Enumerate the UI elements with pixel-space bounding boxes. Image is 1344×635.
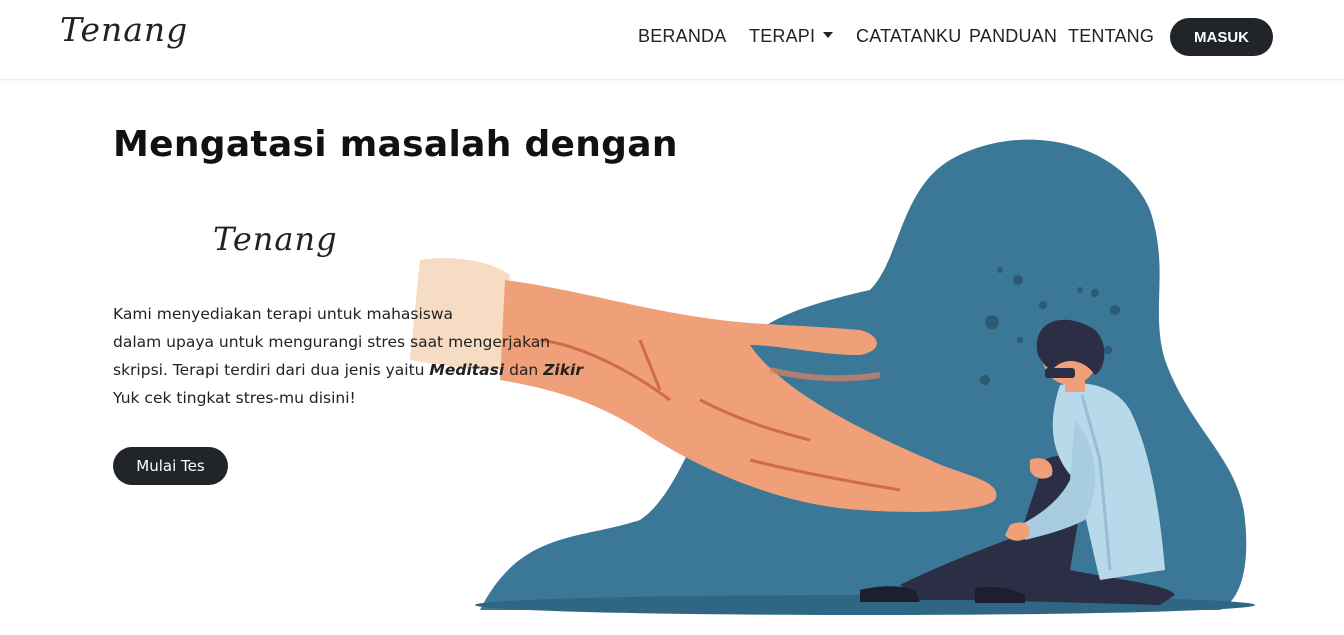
caret-down-icon (823, 32, 834, 39)
nav-catatanku[interactable]: CATATANKU (856, 26, 961, 47)
nav-tentang[interactable]: TENTANG (1068, 26, 1154, 47)
description-line-3-prefix: skripsi. Terapi terdiri dari dua jenis y… (113, 361, 430, 379)
zikir-label: Zikir (543, 361, 584, 379)
description-line-2: dalam upaya untuk mengurangi stres saat … (113, 333, 551, 351)
description-line-3: skripsi. Terapi terdiri dari dua jenis y… (113, 356, 593, 384)
description-line-1: Kami menyediakan terapi untuk mahasiswa (113, 305, 454, 323)
hero-brand-logo: Tenang (213, 220, 338, 258)
meditasi-label: Meditasi (429, 361, 505, 379)
description-line-4: Yuk cek tingkat stres-mu disini! (113, 389, 356, 407)
brand-logo[interactable]: Tenang (60, 10, 188, 49)
login-button[interactable]: MASUK (1170, 18, 1273, 56)
start-test-button[interactable]: Mulai Tes (113, 447, 228, 485)
hero-description: Kami menyediakan terapi untuk mahasiswa … (113, 300, 593, 412)
hero-title: Mengatasi masalah dengan (113, 124, 678, 165)
description-connector: dan (504, 361, 544, 379)
nav-panduan[interactable]: PANDUAN (969, 26, 1057, 47)
nav-terapi-dropdown[interactable]: TERAPI (749, 26, 834, 47)
navbar: Tenang BERANDA TERAPI CATATANKU PANDUAN … (0, 0, 1344, 80)
nav-beranda[interactable]: BERANDA (638, 26, 726, 47)
nav-terapi-label: TERAPI (749, 26, 816, 46)
